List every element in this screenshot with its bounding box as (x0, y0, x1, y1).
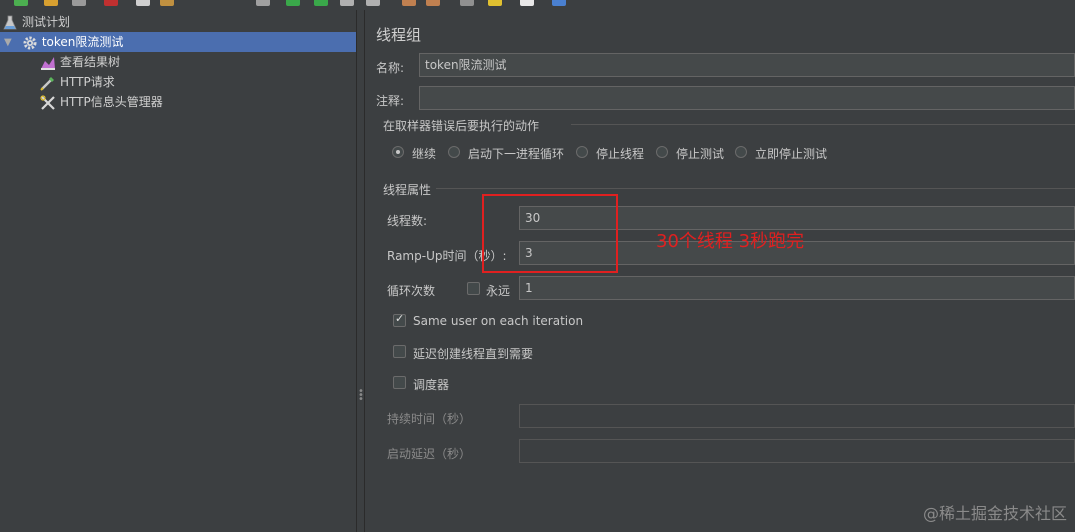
toolbar-paste-icon[interactable] (160, 0, 174, 6)
forever-checkbox[interactable] (467, 282, 480, 295)
loop-label: 循环次数 (387, 284, 436, 298)
radio-continue[interactable] (392, 146, 404, 158)
forever-label: 永远 (486, 284, 511, 298)
toolbar-function-icon[interactable] (520, 0, 534, 6)
toolbar-green-icon[interactable] (14, 0, 28, 6)
error-section-title: 在取样器错误后要执行的动作 (383, 119, 540, 133)
threads-label: 线程数: (387, 214, 428, 228)
header-manager-icon (40, 94, 56, 111)
gear-icon (22, 35, 38, 51)
radio-stop-test-label: 停止测试 (676, 147, 725, 161)
toolbar-stop-icon[interactable] (340, 0, 354, 6)
tree-item-label: 查看结果树 (60, 55, 121, 69)
chevron-down-icon[interactable]: ▼ (4, 33, 14, 53)
radio-stop-thread-label: 停止线程 (596, 147, 645, 161)
same-user-checkbox[interactable] (393, 312, 406, 327)
thread-props-divider (436, 188, 1075, 189)
startup-delay-label: 启动延迟（秒） (387, 447, 472, 461)
tree-item-label: 测试计划 (22, 15, 71, 29)
radio-stop-test-now[interactable] (735, 146, 747, 158)
thread-group-panel: 线程组 名称: token限流测试 注释: 在取样器错误后要执行的动作 继续 启… (366, 10, 1075, 532)
radio-start-next-loop-label: 启动下一进程循环 (468, 147, 565, 161)
name-field[interactable]: token限流测试 (419, 53, 1075, 77)
tree-item-test-plan[interactable]: 测试计划 (2, 12, 70, 32)
toolbar-save-icon[interactable] (72, 0, 86, 6)
split-pane-divider[interactable] (356, 10, 365, 532)
radio-stop-test-now-label: 立即停止测试 (755, 147, 828, 161)
drag-handle-icon[interactable]: • • • (358, 387, 364, 405)
radio-start-next-loop[interactable] (448, 146, 460, 158)
comment-label: 注释: (376, 94, 405, 108)
scheduler-label: 调度器 (413, 378, 450, 392)
scheduler-checkbox[interactable] (393, 376, 406, 389)
tree-item-label: HTTP信息头管理器 (60, 95, 163, 109)
duration-field[interactable] (519, 404, 1075, 428)
toolbar-start-icon[interactable] (286, 0, 300, 6)
thread-props-title: 线程属性 (383, 183, 432, 197)
toolbar-help-icon[interactable] (552, 0, 566, 6)
result-tree-icon (40, 55, 56, 71)
comment-field[interactable] (419, 86, 1075, 110)
tree-item-label: HTTP请求 (60, 75, 115, 89)
http-sampler-icon (40, 75, 56, 91)
panel-title: 线程组 (376, 26, 422, 44)
toolbar-reset-search-icon[interactable] (488, 0, 502, 6)
toolbar-cut-icon[interactable] (104, 0, 118, 6)
toolbar-shutdown-icon[interactable] (366, 0, 380, 6)
toolbar-clear-all-icon[interactable] (426, 0, 440, 6)
annotation-highlight-box (482, 194, 618, 273)
tree-item-thread-group[interactable]: ▼ token限流测试 (0, 32, 356, 52)
same-user-label: Same user on each iteration (413, 314, 584, 328)
radio-continue-label: 继续 (412, 147, 437, 161)
tree-item-http-request[interactable]: HTTP请求 (40, 72, 115, 92)
toolbar-clear-icon[interactable] (402, 0, 416, 6)
delay-create-checkbox[interactable] (393, 345, 406, 358)
name-label: 名称: (376, 61, 405, 75)
toolbar-search-icon[interactable] (460, 0, 474, 6)
toolbar-copy-icon[interactable] (136, 0, 150, 6)
startup-delay-field[interactable] (519, 439, 1075, 463)
toolbar-expand-icon[interactable] (256, 0, 270, 6)
annotation-text: 30个线程 3秒跑完 (656, 231, 805, 252)
watermark: @稀土掘金技术社区 (922, 504, 1067, 523)
toolbar-start-no-pause-icon[interactable] (314, 0, 328, 6)
tree-item-result-tree[interactable]: 查看结果树 (40, 52, 120, 72)
tree-item-header-manager[interactable]: HTTP信息头管理器 (40, 92, 163, 112)
loop-count-field[interactable]: 1 (519, 276, 1075, 300)
tree-item-label: token限流测试 (41, 35, 124, 49)
test-plan-tree: 测试计划 ▼ token限流测试 查看结果树 HTTP请求 HTTP信息头管理器 (0, 10, 356, 532)
radio-stop-thread[interactable] (576, 146, 588, 158)
radio-stop-test[interactable] (656, 146, 668, 158)
flask-icon (2, 15, 18, 31)
delay-create-label: 延迟创建线程直到需要 (413, 347, 534, 361)
toolbar (0, 0, 1075, 8)
error-section-divider (571, 124, 1075, 125)
toolbar-folder-icon[interactable] (44, 0, 58, 6)
duration-label: 持续时间（秒） (387, 412, 472, 426)
